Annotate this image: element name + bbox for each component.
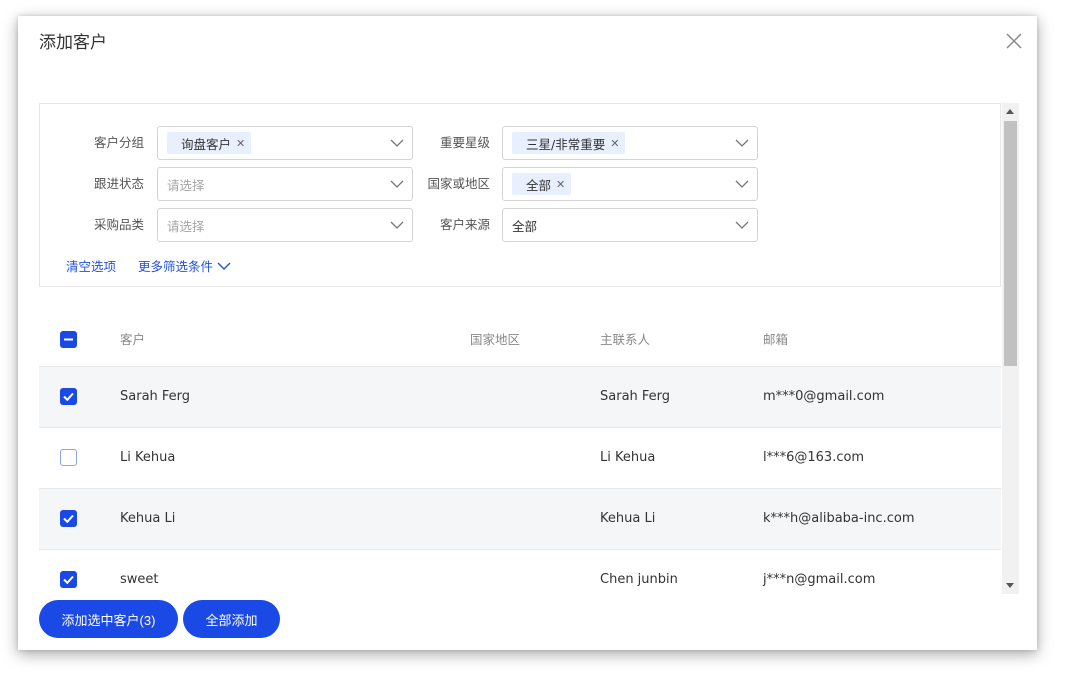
add-selected-button[interactable]: 添加选中客户(3) — [39, 600, 178, 638]
source-label: 客户来源 — [439, 217, 490, 232]
close-icon[interactable] — [1005, 32, 1023, 50]
row-email: j***n@gmail.com — [763, 572, 876, 587]
row-customer: sweet — [120, 572, 159, 587]
country-tag-label: 全部 — [526, 177, 552, 193]
row-checkbox[interactable] — [60, 571, 77, 588]
row-customer: Sarah Ferg — [120, 389, 191, 404]
row-checkbox[interactable] — [60, 388, 77, 405]
category-label: 采购品类 — [93, 217, 144, 232]
scroll-up-icon[interactable] — [1006, 109, 1014, 114]
chevron-down-icon — [735, 221, 749, 229]
source-select[interactable]: 全部 — [502, 208, 758, 242]
row-checkbox[interactable] — [60, 510, 77, 527]
more-filters-label: 更多筛选条件 — [138, 259, 214, 274]
dialog-body: 客户分组 询盘客户 ✕ 重要星级 三星/非常重要 ✕ 跟进状态 请选择 国家或地… — [39, 103, 1019, 594]
table-row[interactable]: Sarah Ferg Sarah Ferg m***0@gmail.com — [39, 367, 1001, 428]
row-customer: Li Kehua — [120, 450, 176, 465]
select-all-checkbox[interactable] — [60, 331, 77, 348]
row-customer: Kehua Li — [120, 511, 176, 526]
customer-group-select[interactable]: 询盘客户 ✕ — [157, 126, 413, 160]
scrollbar-thumb[interactable] — [1004, 121, 1017, 366]
importance-select[interactable]: 三星/非常重要 ✕ — [502, 126, 758, 160]
column-header-contact[interactable]: 主联系人 — [600, 313, 650, 367]
importance-tag: 三星/非常重要 ✕ — [512, 132, 626, 154]
filter-panel: 客户分组 询盘客户 ✕ 重要星级 三星/非常重要 ✕ 跟进状态 请选择 国家或地… — [39, 103, 1001, 287]
chevron-down-icon — [735, 139, 749, 147]
follow-status-label: 跟进状态 — [93, 176, 144, 191]
row-contact: Kehua Li — [600, 511, 656, 526]
table-row[interactable]: Li Kehua Li Kehua l***6@163.com — [39, 428, 1001, 489]
importance-label: 重要星级 — [439, 135, 490, 150]
column-header-customer[interactable]: 客户 — [120, 313, 145, 367]
scroll-down-icon[interactable] — [1006, 583, 1014, 588]
category-select[interactable]: 请选择 — [157, 208, 413, 242]
customer-group-tag-label: 询盘客户 — [181, 136, 232, 152]
tag-remove-icon[interactable]: ✕ — [236, 137, 245, 150]
row-email: k***h@alibaba-inc.com — [763, 511, 915, 526]
row-contact: Li Kehua — [600, 450, 656, 465]
customer-group-label: 客户分组 — [93, 135, 144, 150]
follow-status-placeholder: 请选择 — [167, 177, 205, 193]
row-contact: Chen junbin — [600, 572, 678, 587]
row-checkbox[interactable] — [60, 449, 77, 466]
customer-table: 客户 国家地区 主联系人 邮箱 Sarah Ferg Sarah Ferg m*… — [39, 313, 1001, 594]
customer-group-tag: 询盘客户 ✕ — [167, 132, 252, 154]
source-value: 全部 — [512, 218, 538, 234]
tag-remove-icon[interactable]: ✕ — [556, 178, 565, 191]
importance-tag-label: 三星/非常重要 — [526, 136, 606, 152]
country-tag: 全部 ✕ — [512, 173, 572, 195]
table-row[interactable]: Kehua Li Kehua Li k***h@alibaba-inc.com — [39, 489, 1001, 550]
row-email: l***6@163.com — [763, 450, 865, 465]
tag-remove-icon[interactable]: ✕ — [610, 137, 619, 150]
country-select[interactable]: 全部 ✕ — [502, 167, 758, 201]
more-filters-link[interactable]: 更多筛选条件 — [138, 256, 231, 275]
column-header-email[interactable]: 邮箱 — [763, 313, 788, 367]
add-all-button[interactable]: 全部添加 — [183, 600, 280, 638]
vertical-scrollbar[interactable] — [1002, 103, 1019, 594]
row-contact: Sarah Ferg — [600, 389, 671, 404]
chevron-down-icon — [735, 180, 749, 188]
clear-filters-link[interactable]: 清空选项 — [66, 256, 116, 275]
country-label: 国家或地区 — [427, 176, 490, 191]
chevron-down-icon — [217, 262, 231, 270]
column-header-country[interactable]: 国家地区 — [470, 313, 520, 367]
add-customer-dialog: 添加客户 客户分组 询盘客户 ✕ 重要星级 三星/非常重要 ✕ 跟进状态 请选择… — [18, 16, 1037, 650]
dialog-title: 添加客户 — [39, 33, 107, 53]
row-email: m***0@gmail.com — [763, 389, 885, 404]
follow-status-select[interactable]: 请选择 — [157, 167, 413, 201]
table-header: 客户 国家地区 主联系人 邮箱 — [39, 313, 1001, 367]
category-placeholder: 请选择 — [167, 218, 205, 234]
table-row[interactable]: sweet Chen junbin j***n@gmail.com — [39, 550, 1001, 594]
